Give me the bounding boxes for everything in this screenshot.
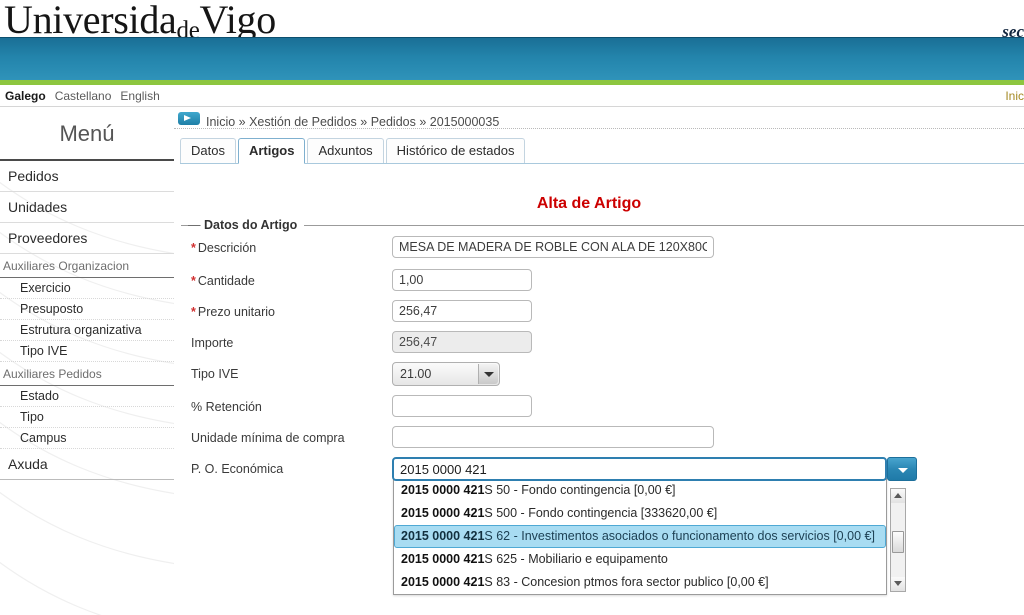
sidebar-item-axuda[interactable]: Axuda [0,449,174,480]
sidebar-title: Menú [59,121,115,146]
tab-historico-de-estados[interactable]: Histórico de estados [385,138,526,163]
label-descricion-text: Descrición [197,241,257,255]
po-economica-autocomplete-list: 2015 0000 421S 50 - Fondo contingencia [… [393,478,887,595]
form-row-importe: Importe [181,331,1024,362]
arrow-right-icon [178,112,200,125]
autocomplete-option-rest: S 50 - Fondo contingencia [0,00 €] [484,483,676,497]
form-row-retencion: % Retención [181,395,1024,426]
label-prezo-unitario-text: Prezo unitario [197,305,275,319]
importe-input [392,331,532,353]
label-cantidade: * Cantidade [191,274,255,288]
autocomplete-option-rest: S 62 - Investimentos asociados o funcion… [484,529,875,543]
teal-banner [0,37,1024,80]
po-economica-input[interactable] [392,457,887,481]
tab-datos[interactable]: Datos [180,138,236,163]
tipo-ive-selected-value: 21.00 [400,367,432,381]
sidebar-item-campus[interactable]: Campus [0,428,174,449]
logo-band: UniversidadeVigo sec [0,0,1024,44]
autocomplete-option-selected[interactable]: 2015 0000 421S 62 - Investimentos asocia… [394,525,886,548]
breadcrumb: Inicio » Xestión de Pedidos » Pedidos » … [174,107,1024,129]
sidebar-item-unidades[interactable]: Unidades [0,192,174,223]
breadcrumb-text[interactable]: Inicio » Xestión de Pedidos » Pedidos » … [206,115,499,129]
label-cantidade-text: Cantidade [197,274,255,288]
label-po-economica: P. O. Económica [191,462,284,476]
sidebar: Menú Pedidos Unidades Proveedores Auxili… [0,107,174,615]
sidebar-item-tipo-ive[interactable]: Tipo IVE [0,341,174,362]
tab-adxuntos[interactable]: Adxuntos [307,138,384,163]
unidade-minima-input[interactable] [392,426,714,448]
sidebar-item-exercicio[interactable]: Exercicio [0,278,174,299]
logo-text-part1: Universida [4,0,177,42]
autocomplete-option[interactable]: 2015 0000 421S 83 - Concesion ptmos fora… [394,571,886,594]
language-bar: Galego Castellano English Inic [0,85,1024,107]
autocomplete-option-prefix: 2015 0000 421 [401,529,485,543]
header-inicio-link[interactable]: Inic [1005,89,1024,103]
prezo-unitario-input[interactable] [392,300,532,322]
autocomplete-option-prefix: 2015 0000 421 [401,575,485,589]
legend-text: Datos do Artigo [203,218,298,232]
autocomplete-option-prefix: 2015 0000 421 [401,483,485,497]
label-retencion: % Retención [191,400,262,414]
autocomplete-option-prefix: 2015 0000 421 [401,552,485,566]
sidebar-group-auxiliares-pedidos: Auxiliares Pedidos [0,362,174,386]
cantidade-input[interactable] [392,269,532,291]
label-importe: Importe [191,336,234,350]
label-descricion: * Descrición [191,241,256,255]
scroll-up-arrow-icon[interactable] [891,489,905,503]
chevron-down-icon[interactable] [478,364,498,384]
sidebar-item-tipo[interactable]: Tipo [0,407,174,428]
tipo-ive-select[interactable]: 21.00 [392,362,500,386]
label-unidade-minima: Unidade mínima de compra [191,431,345,445]
required-marker: * [191,274,196,288]
sidebar-menu-list: Pedidos Unidades Proveedores Auxiliares … [0,161,174,480]
form-row-unidade-minima: Unidade mínima de compra [181,426,1024,457]
scroll-down-arrow-icon[interactable] [891,577,905,591]
po-economica-dropdown-toggle[interactable] [887,457,917,481]
tab-bar: Datos Artigos Adxuntos Histórico de estados [180,137,1024,164]
autocomplete-option[interactable]: 2015 0000 421S 625 - Mobiliario e equipa… [394,548,886,571]
autocomplete-option[interactable]: 2015 0000 421S 50 - Fondo contingencia [… [394,479,886,502]
required-marker: * [191,305,196,319]
sidebar-item-pedidos[interactable]: Pedidos [0,161,174,192]
form-row-tipo-ive: Tipo IVE 21.00 [181,362,1024,395]
label-prezo-unitario: * Prezo unitario [191,305,275,319]
datos-do-artigo-fieldset: — Datos do Artigo *Descrición *Cantidade… [181,218,1024,595]
autocomplete-option-rest: S 83 - Concesion ptmos fora sector publi… [484,575,769,589]
retencion-input[interactable] [392,395,532,417]
tab-artigos[interactable]: Artigos [237,138,306,164]
language-english[interactable]: English [120,89,159,103]
fieldset-legend: — Datos do Artigo [188,218,305,232]
descricion-input[interactable] [392,236,714,258]
sidebar-item-proveedores[interactable]: Proveedores [0,223,174,254]
autocomplete-option[interactable]: 2015 0000 421S 500 - Fondo contingencia … [394,502,886,525]
legend-dash: — [188,218,201,232]
autocomplete-option-prefix: 2015 0000 421 [401,506,485,520]
page-title: Alta de Artigo [536,195,642,212]
autocomplete-scrollbar[interactable] [890,488,906,592]
label-tipo-ive: Tipo IVE [191,367,239,381]
logo-text-part2: Vigo [199,0,277,42]
form-row-descricion: * Descrición [181,236,1024,269]
scrollbar-thumb[interactable] [892,531,904,553]
application-page: UniversidadeVigo sec Galego Castellano Eng… [0,0,1024,615]
language-castellano[interactable]: Castellano [55,89,112,103]
language-galego[interactable]: Galego [5,89,46,103]
sidebar-item-estrutura-organizativa[interactable]: Estrutura organizativa [0,320,174,341]
sidebar-group-auxiliares-organizacion: Auxiliares Organizacion [0,254,174,278]
autocomplete-option-rest: S 625 - Mobiliario e equipamento [484,552,668,566]
language-list: Galego Castellano English [5,88,169,103]
form-row-cantidade: * Cantidade [181,269,1024,300]
required-marker: * [191,241,196,255]
form-row-prezo-unitario: * Prezo unitario [181,300,1024,331]
sidebar-item-estado[interactable]: Estado [0,386,174,407]
sidebar-item-presuposto[interactable]: Presuposto [0,299,174,320]
autocomplete-option-rest: S 500 - Fondo contingencia [333620,00 €] [484,506,718,520]
